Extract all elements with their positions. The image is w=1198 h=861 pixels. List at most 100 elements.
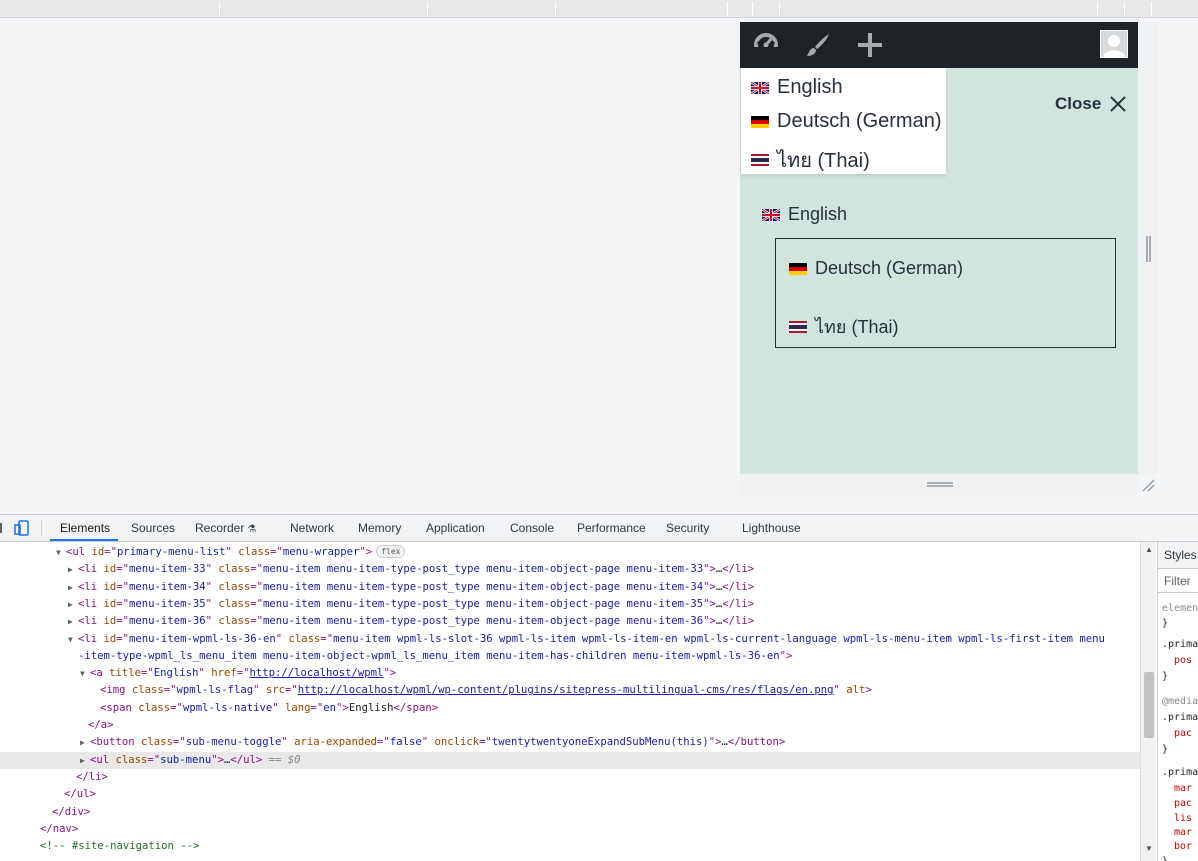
dom-node[interactable]: ▼ <a title="English" href="http://localho…	[0, 665, 1140, 682]
tab-styles[interactable]: Styles	[1164, 548, 1197, 562]
tab-recorder[interactable]: Recorder ⚗	[195, 521, 256, 535]
dom-node[interactable]: ▶ <button class="sub-menu-toggle" aria-ex…	[0, 734, 1140, 751]
scroll-up-arrow-icon[interactable]: ▲	[1145, 545, 1153, 554]
dom-token-link[interactable]: http://localhost/wpml	[250, 667, 384, 679]
dom-token-tag: ="	[116, 615, 130, 628]
dom-node[interactable]: ▶ <li id="menu-item-33" class="menu-item …	[0, 561, 1140, 578]
dom-token-attr: class	[288, 632, 321, 645]
tab-security[interactable]: Security	[666, 521, 709, 535]
dom-node[interactable]: </a>	[0, 717, 1140, 734]
dom-token-attr: id	[103, 615, 117, 628]
dom-node[interactable]: </nav>	[0, 821, 1140, 838]
tab-console[interactable]: Console	[510, 521, 554, 535]
sub-menu-item-thai[interactable]: ไทย (Thai)	[789, 312, 898, 341]
dom-token-val: -item-type-wpml_ls_menu_item menu-item-o…	[78, 649, 780, 662]
dom-token-tag: "	[205, 615, 219, 628]
styles-filter-input[interactable]: Filter	[1158, 569, 1198, 593]
screen: Close English Deutsch (German) ไทย (Thai…	[0, 0, 1198, 861]
dom-node[interactable]: ▶ <li id="menu-item-34" class="menu-item …	[0, 579, 1140, 596]
tab-network[interactable]: Network	[290, 521, 334, 535]
customize-brush-icon[interactable]	[802, 29, 834, 61]
dom-node[interactable]: ▶ <li id="menu-item-36" class="menu-item …	[0, 613, 1140, 630]
close-menu-button[interactable]: Close	[1055, 94, 1127, 114]
dom-token-tag: ="	[141, 667, 154, 680]
resize-height-handle[interactable]	[927, 482, 953, 487]
tab-memory[interactable]: Memory	[358, 521, 401, 535]
dom-token-tag: >	[865, 684, 872, 697]
tab-elements[interactable]: Elements	[60, 521, 110, 535]
wp-admin-bar	[740, 22, 1138, 68]
collapse-triangle-icon[interactable]: ▼	[56, 544, 66, 561]
collapse-triangle-icon[interactable]: ▼	[80, 665, 90, 682]
dom-node[interactable]: </li>	[0, 769, 1140, 786]
sub-menu-item-german[interactable]: Deutsch (German)	[789, 258, 963, 279]
dom-token-tag: </li>	[76, 770, 108, 783]
dom-token-tag: <ul	[66, 546, 92, 558]
dropdown-item-german[interactable]: Deutsch (German)	[751, 110, 942, 133]
dom-tree-scrollbar[interactable]: ▲ ▼	[1140, 542, 1156, 861]
expand-triangle-icon[interactable]: ▶	[68, 596, 78, 613]
dom-node-content: ▼ <a title="English" href="http://localho…	[80, 665, 396, 682]
dom-token-tag: </li>	[722, 597, 755, 610]
devtools-tab-bar: Elements Sources Recorder ⚗ Network Memor…	[0, 515, 1198, 542]
dom-token-tag: </div>	[52, 805, 91, 818]
dom-token-tag: "	[205, 597, 219, 610]
dom-token-com: <!-- #site-navigation -->	[40, 840, 200, 853]
device-toolbar-icon[interactable]	[14, 520, 30, 536]
styles-pane: Styles Filter elemen} .prima pos} @media .pr…	[1157, 542, 1198, 861]
dom-token-tag: "	[225, 546, 239, 558]
dom-token-attr: lang	[285, 701, 311, 714]
dropdown-item-thai[interactable]: ไทย (Thai)	[751, 144, 870, 176]
tab-application[interactable]: Application	[426, 521, 485, 535]
dom-node[interactable]: ▶ <li id="menu-item-35" class="menu-item …	[0, 596, 1140, 613]
resize-corner-handle[interactable]	[1141, 478, 1155, 492]
dom-token-attr: class	[218, 597, 251, 610]
dom-node[interactable]: <span class="wpml-ls-native" lang="en">E…	[0, 700, 1140, 717]
user-avatar-icon[interactable]	[1100, 30, 1128, 58]
dom-node-content: </a>	[88, 717, 114, 734]
resize-width-handle[interactable]	[1146, 236, 1151, 262]
expand-triangle-icon[interactable]: ▶	[68, 579, 78, 596]
dom-node[interactable]: <img class="wpml-ls-flag" src="http://lo…	[0, 682, 1140, 699]
dashboard-icon[interactable]	[750, 29, 782, 61]
style-rule-text: lis	[1174, 813, 1193, 824]
expand-triangle-icon[interactable]: ▶	[68, 561, 78, 578]
thai-flag-icon	[789, 320, 807, 333]
dom-node[interactable]: </ul>	[0, 786, 1140, 803]
expand-triangle-icon[interactable]: ▶	[80, 752, 90, 769]
uk-flag-icon	[762, 208, 780, 221]
collapse-triangle-icon[interactable]: ▼	[68, 631, 78, 648]
menu-item-english[interactable]: English	[762, 204, 847, 225]
elements-dom-tree[interactable]: ▼ <ul id="primary-menu-list" class="menu-…	[0, 542, 1140, 861]
dom-token-attr: id	[103, 580, 117, 593]
dom-node[interactable]: ▼ <li id="menu-item-wpml-ls-36-en" class=…	[0, 631, 1140, 648]
dom-node-content: ▼ <li id="menu-item-wpml-ls-36-en" class=…	[68, 631, 1105, 648]
expand-triangle-icon[interactable]: ▶	[68, 613, 78, 630]
dom-token-tag: ">	[383, 667, 397, 680]
scroll-thumb[interactable]	[1144, 672, 1154, 738]
scroll-down-arrow-icon[interactable]: ▼	[1145, 844, 1153, 853]
dom-token-tag: ="	[320, 632, 334, 645]
filter-placeholder: Filter	[1164, 574, 1191, 588]
dom-node-content: </ul>	[64, 786, 96, 803]
tab-performance[interactable]: Performance	[577, 521, 646, 535]
devtools-panel: Elements Sources Recorder ⚗ Network Memor…	[0, 514, 1198, 861]
dom-node[interactable]: <!-- #site-navigation -->	[0, 838, 1140, 855]
dom-node[interactable]: -item-type-wpml_ls_menu_item menu-item-o…	[0, 648, 1140, 665]
dom-node[interactable]: </div>	[0, 804, 1140, 821]
dom-node[interactable]: ▼ <ul id="primary-menu-list" class="menu-…	[0, 544, 1140, 561]
new-content-plus-icon[interactable]	[854, 29, 886, 61]
expand-triangle-icon[interactable]: ▶	[80, 734, 90, 751]
inspect-element-icon[interactable]	[0, 520, 6, 536]
flex-badge[interactable]: flex	[376, 545, 406, 558]
dropdown-item-english[interactable]: English	[751, 76, 843, 99]
tab-sources[interactable]: Sources	[131, 521, 175, 535]
dom-token-link[interactable]: http://localhost/wpml/wp-content/plugins…	[298, 684, 834, 696]
tab-lighthouse[interactable]: Lighthouse	[742, 521, 801, 535]
sub-menu-item-label: ไทย (Thai)	[815, 317, 899, 337]
dom-token-val: wpml-ls-native	[182, 701, 273, 714]
dom-node-selected[interactable]: ▶ <ul class="sub-menu">…</ul> == $0	[0, 751, 1140, 769]
dom-token-val: English	[153, 667, 199, 680]
dom-token-tag: ">	[211, 753, 224, 766]
dom-node-content: ▶ <li id="menu-item-35" class="menu-item …	[68, 596, 754, 613]
